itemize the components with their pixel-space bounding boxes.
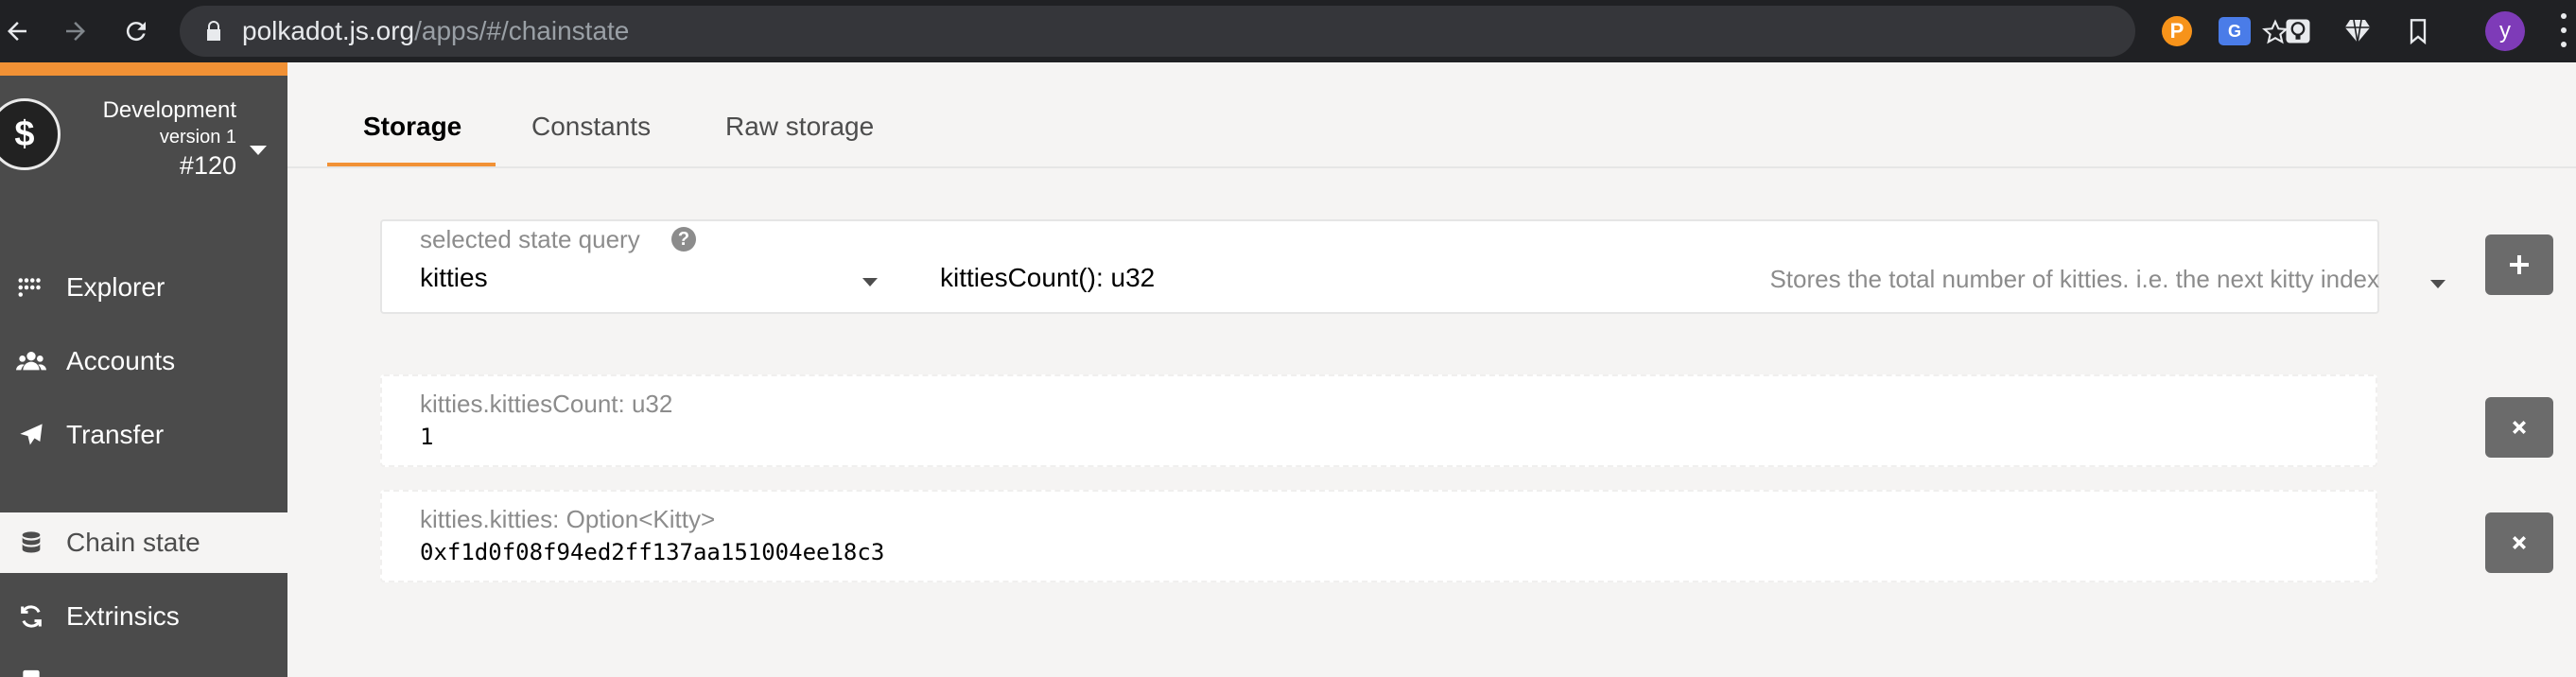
chain-logo-icon[interactable]: $ [0,98,61,170]
module-dropdown-caret-icon[interactable] [862,278,878,286]
add-query-button[interactable] [2485,234,2553,295]
remove-query-button[interactable] [2485,512,2553,573]
users-icon [15,345,47,377]
partial-nav-icon [15,656,47,677]
chain-version: version 1 [159,127,236,148]
chain-selector[interactable]: Development version 1 #120 [103,96,236,182]
url-host: polkadot.js.org [242,16,415,45]
diamond-icon[interactable] [2340,13,2376,49]
tab-storage[interactable]: Storage [363,112,461,142]
sidebar-item-transfer[interactable]: Transfer [0,405,287,465]
grid-dots-icon [15,271,47,304]
tab-bar: Storage Constants Raw storage [287,62,2576,168]
database-icon [15,527,47,559]
sidebar-item-label: Transfer [66,420,165,449]
url-text: polkadot.js.org/apps/#/chainstate [242,17,629,45]
paper-plane-icon [15,419,47,451]
query-label: selected state query [420,225,640,253]
url-path: /apps/#/chainstate [414,16,630,45]
module-select[interactable]: kitties [420,263,488,293]
result-label: kitties.kittiesCount: u32 [420,390,673,418]
close-icon [2513,421,2526,434]
lightbulb-icon[interactable] [2280,13,2316,49]
address-bar[interactable]: polkadot.js.org/apps/#/chainstate [180,6,2289,57]
lock-icon [207,21,220,41]
browser-menu-icon[interactable] [2559,13,2568,47]
forward-icon[interactable] [59,14,93,48]
extension-p-icon[interactable]: P [2162,16,2192,46]
sidebar-item-extrinsics[interactable]: Extrinsics [0,586,287,647]
method-select[interactable]: kittiesCount(): u32 [940,263,1155,293]
main-content: Storage Constants Raw storage selected s… [287,62,2576,677]
result-value: 0xf1d0f08f94ed2ff137aa151004ee18c3 [420,539,885,565]
method-description: Stores the total number of kitties. i.e.… [1769,265,2379,293]
sidebar-item-label: Explorer [66,272,165,302]
reload-icon[interactable] [119,14,153,48]
sidebar: $ Development version 1 #120 Explorer Ac… [0,62,287,677]
sidebar-item-explorer[interactable]: Explorer [0,257,287,318]
result-value: 1 [420,424,434,450]
active-tab-indicator [327,163,496,166]
chain-dropdown-caret-icon[interactable] [250,146,267,155]
translate-icon[interactable]: G [2219,17,2251,45]
profile-avatar[interactable]: y [2485,11,2525,51]
sidebar-item-partial[interactable] [0,656,287,677]
close-icon [2513,536,2526,549]
sidebar-item-label: Chain state [66,528,200,557]
tab-constants[interactable]: Constants [531,112,651,142]
method-dropdown-caret-icon[interactable] [2430,280,2445,288]
result-label: kitties.kitties: Option<Kitty> [420,505,716,533]
bookmark-icon[interactable] [2400,13,2436,49]
sidebar-item-chain-state[interactable]: Chain state [0,512,287,573]
query-result-card: kitties.kitties: Option<Kitty> 0xf1d0f08… [380,490,2377,582]
sidebar-item-label: Extrinsics [66,601,180,631]
chain-block-number: #120 [179,151,236,180]
sync-icon [15,600,47,633]
query-result-card: kitties.kittiesCount: u32 1 [380,374,2377,467]
chain-name: Development [102,97,236,123]
browser-toolbar: polkadot.js.org/apps/#/chainstate P G y [0,0,2576,62]
sidebar-item-accounts[interactable]: Accounts [0,331,287,391]
tab-raw-storage[interactable]: Raw storage [725,112,874,142]
remove-query-button[interactable] [2485,397,2553,458]
help-icon[interactable]: ? [671,227,696,252]
sidebar-item-label: Accounts [66,346,176,375]
plus-icon [2510,255,2529,274]
back-icon[interactable] [0,14,34,48]
sidebar-accent-bar [0,62,287,76]
